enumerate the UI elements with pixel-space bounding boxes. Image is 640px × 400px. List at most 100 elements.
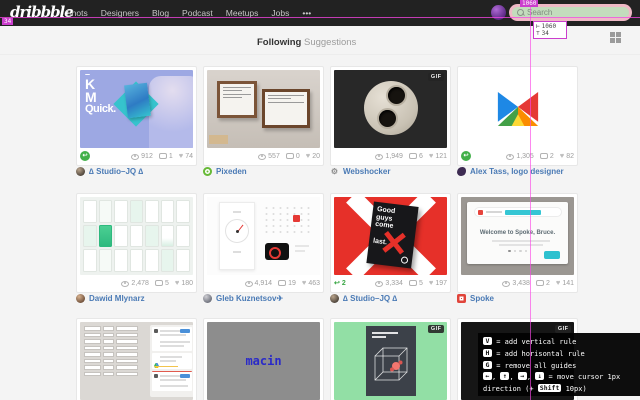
views-count: 912 [141, 152, 153, 160]
dribbble-logo[interactable]: dribbble [10, 3, 74, 21]
search-icon [517, 9, 525, 16]
colorful-m-logo [497, 92, 538, 126]
shot-author[interactable]: ∆ Studio–JQ ∆ [76, 167, 143, 176]
views-icon [506, 153, 515, 160]
horizontal-guide-line[interactable] [0, 17, 640, 18]
comments-count: 6 [418, 152, 423, 160]
measure-x-icon: ⊢ [536, 23, 540, 30]
shot-author[interactable]: Spoke [457, 294, 494, 303]
gif-badge: GIF [555, 325, 571, 333]
views-icon [375, 280, 384, 287]
likes-count: 197 [435, 279, 447, 287]
comments-count: 1 [168, 152, 173, 160]
shot-author[interactable]: Pixeden [203, 167, 247, 176]
shot-card: 4,914 19 ♥ 463 [203, 193, 324, 293]
views-count: 3,438 [512, 279, 530, 287]
key-arrow-left: ← [483, 372, 492, 381]
likes-icon: ♥ [301, 278, 307, 287]
shot-card: GIF 1,949 6 ♥ 121 [330, 66, 451, 166]
likes-count: 20 [312, 152, 320, 160]
likes-count: 141 [562, 279, 574, 287]
author-avatar [76, 294, 85, 303]
comments-icon [154, 279, 163, 287]
views-count: 557 [268, 152, 280, 160]
shot-image-clock-ui[interactable] [207, 197, 320, 275]
shot-image-app-screens[interactable] [80, 197, 193, 275]
pixeden-team-icon [203, 167, 212, 176]
views-count: 1,305 [516, 152, 534, 160]
shot-image-stone[interactable]: GIF [334, 70, 447, 148]
shortcut-help-overlay: V = add vertical rule H = add horisontal… [478, 333, 640, 396]
vertical-guide-line[interactable] [530, 0, 531, 400]
comments-count: 2 [545, 279, 550, 287]
shot-card [76, 318, 197, 400]
shot-image-macin[interactable]: macin [207, 322, 320, 400]
likes-icon: ♥ [174, 278, 180, 287]
shot-card: – K M Quick. ↩ 912 1 ♥ 74 [76, 66, 197, 166]
guide-position-tooltip: ⊢ 1060 ⊤ 34 [533, 21, 567, 39]
shot-author[interactable]: Gleb Kuznetsov✈ [203, 294, 283, 303]
rebound-icon: ↩ [80, 151, 90, 161]
shot-image-frames[interactable] [207, 70, 320, 148]
shot-card: 557 0 ♥ 20 [203, 66, 324, 166]
comments-icon [158, 152, 167, 160]
gif-badge: GIF [428, 73, 444, 81]
likes-icon: ♥ [559, 151, 565, 160]
tab-following[interactable]: Following [257, 37, 301, 48]
comments-count: 5 [418, 279, 423, 287]
shot-image-good-guys[interactable]: Good guys come last. [334, 197, 447, 275]
poster-model [149, 76, 193, 148]
views-icon [375, 153, 384, 160]
shot-author[interactable]: ⚙ Webshocker [330, 167, 391, 176]
rebound-icon: ↩ [461, 151, 471, 161]
rebound-count: ↩ 2 [334, 279, 346, 288]
views-icon [131, 153, 140, 160]
shot-image-spoke-onboarding[interactable]: Welcome to Spoke, Bruce. [461, 197, 574, 275]
likes-icon: ♥ [428, 151, 434, 160]
views-icon [121, 280, 130, 287]
dribbble-page: dribbble Shots Designers Blog Podcast Me… [0, 0, 640, 400]
views-count: 2,478 [131, 279, 149, 287]
comments-icon [535, 279, 544, 287]
tab-suggestions[interactable]: Suggestions [304, 37, 356, 48]
shot-image-candy-cube[interactable]: GIF [334, 322, 447, 400]
key-arrow-up: ↑ [500, 372, 510, 381]
guide-x-badge: 1060 [520, 0, 539, 7]
likes-icon: ♥ [428, 278, 434, 287]
measure-y-icon: ⊤ [536, 30, 540, 37]
shot-card: macin [203, 318, 324, 400]
key-h: H [483, 348, 492, 357]
author-avatar [76, 167, 85, 176]
likes-icon: ♥ [555, 278, 561, 287]
key-arrow-down: ↓ [535, 372, 545, 381]
shot-image-logo-mark[interactable] [461, 70, 574, 148]
comments-icon [285, 152, 294, 160]
gear-icon: ⚙ [330, 167, 339, 176]
likes-count: 82 [566, 152, 574, 160]
shot-author[interactable]: Alex Tass, logo designer [457, 167, 564, 176]
comments-icon [278, 279, 287, 287]
spoke-logo-icon [457, 294, 466, 303]
shot-card: GIF [330, 318, 451, 400]
views-icon [258, 153, 267, 160]
key-arrow-right: → [517, 372, 527, 381]
layout-grid-icon[interactable] [610, 32, 621, 43]
key-shift: Shift [537, 384, 562, 393]
likes-icon: ♥ [178, 151, 184, 160]
gif-badge: GIF [428, 325, 444, 333]
shot-image-km-quick[interactable]: – K M Quick. [80, 70, 193, 148]
comments-count: 5 [164, 279, 169, 287]
shot-card: Good guys come last. ↩ 2 3,334 5 ♥ 197 [330, 193, 451, 293]
likes-count: 121 [435, 152, 447, 160]
bird-logo-icon [457, 167, 466, 176]
views-icon [244, 280, 253, 287]
comments-icon [408, 152, 417, 160]
shot-author[interactable]: Dawid Mlynarz [76, 294, 145, 303]
comments-icon [539, 152, 548, 160]
shot-author[interactable]: ∆ Studio–JQ ∆ [330, 294, 397, 303]
comments-icon [408, 279, 417, 287]
views-count: 4,914 [254, 279, 273, 287]
shot-card: 2,478 5 ♥ 180 [76, 193, 197, 293]
shot-image-wireframe[interactable] [80, 322, 193, 400]
comments-count: 2 [549, 152, 554, 160]
